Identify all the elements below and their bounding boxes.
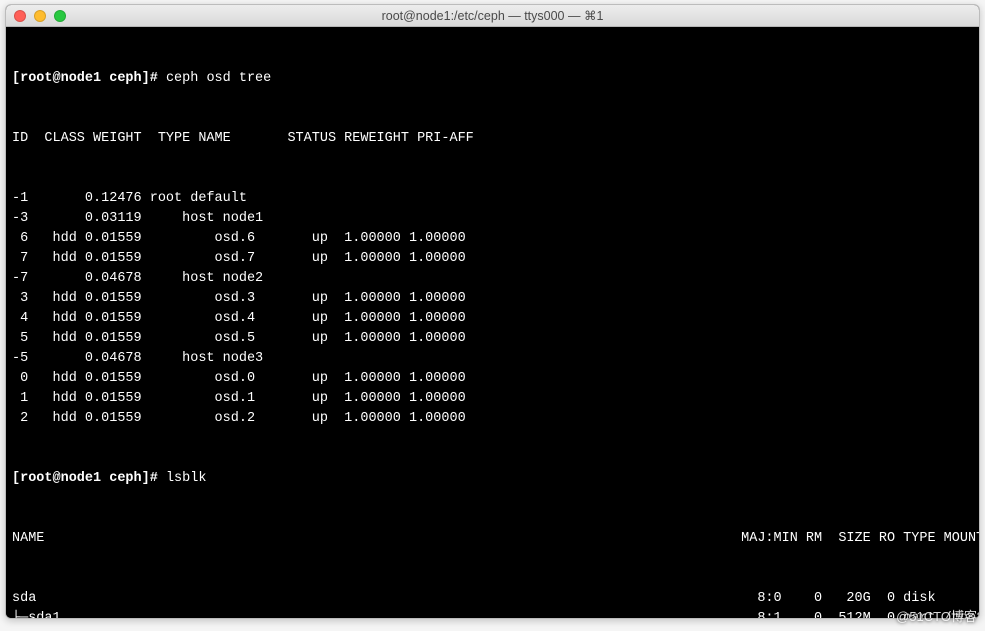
osd-tree-row: 5 hdd 0.01559 osd.5 up 1.00000 1.00000 <box>12 329 973 349</box>
osd-tree-row: 1 hdd 0.01559 osd.1 up 1.00000 1.00000 <box>12 389 973 409</box>
lsblk-header: NAME MAJ:MIN RM SIZE RO TYPE MOUNTPOINT <box>12 529 973 549</box>
osd-tree-row: 4 hdd 0.01559 osd.4 up 1.00000 1.00000 <box>12 309 973 329</box>
terminal-body[interactable]: [root@node1 ceph]# ceph osd tree ID CLAS… <box>6 27 979 619</box>
lsblk-row: ├─sda1 8:1 0 512M 0 part /boot <box>12 609 973 619</box>
osd-tree-row: 3 hdd 0.01559 osd.3 up 1.00000 1.00000 <box>12 289 973 309</box>
titlebar[interactable]: root@node1:/etc/ceph — ttys000 — ⌘1 <box>6 5 979 27</box>
terminal-window: root@node1:/etc/ceph — ttys000 — ⌘1 [roo… <box>5 4 980 619</box>
zoom-icon[interactable] <box>54 10 66 22</box>
osd-tree-row: -7 0.04678 host node2 <box>12 269 973 289</box>
osd-tree-row: -3 0.03119 host node1 <box>12 209 973 229</box>
window-title: root@node1:/etc/ceph — ttys000 — ⌘1 <box>6 8 979 23</box>
lsblk-row: sda 8:0 0 20G 0 disk <box>12 589 973 609</box>
osd-tree-row: -5 0.04678 host node3 <box>12 349 973 369</box>
shell-prompt: [root@node1 ceph]# <box>12 71 166 86</box>
shell-prompt: [root@node1 ceph]# <box>12 471 166 486</box>
osd-tree-header: ID CLASS WEIGHT TYPE NAME STATUS REWEIGH… <box>12 129 973 149</box>
traffic-lights <box>6 10 66 22</box>
watermark-text: @51CTO博客 <box>896 606 977 625</box>
osd-tree-row: 2 hdd 0.01559 osd.2 up 1.00000 1.00000 <box>12 409 973 429</box>
osd-tree-row: 7 hdd 0.01559 osd.7 up 1.00000 1.00000 <box>12 249 973 269</box>
osd-tree-row: -1 0.12476 root default <box>12 189 973 209</box>
osd-tree-row: 0 hdd 0.01559 osd.0 up 1.00000 1.00000 <box>12 369 973 389</box>
command-text: lsblk <box>166 471 207 486</box>
osd-tree-row: 6 hdd 0.01559 osd.6 up 1.00000 1.00000 <box>12 229 973 249</box>
minimize-icon[interactable] <box>34 10 46 22</box>
command-text: ceph osd tree <box>166 71 271 86</box>
close-icon[interactable] <box>14 10 26 22</box>
